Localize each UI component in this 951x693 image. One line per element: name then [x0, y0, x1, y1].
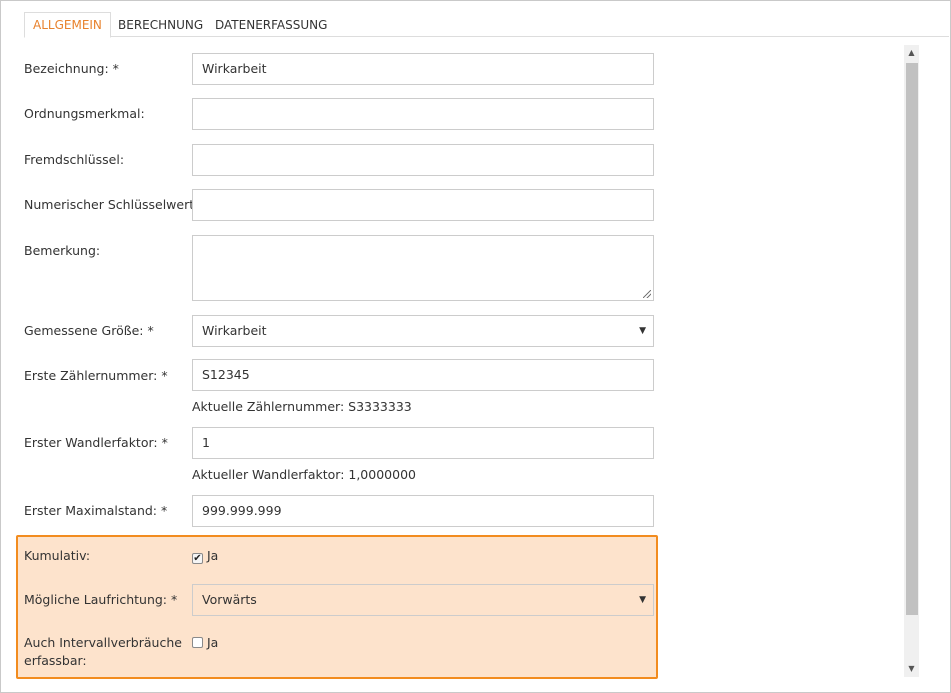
resize-grip-icon[interactable]	[643, 290, 651, 298]
tab-bar: ALLGEMEIN BERECHNUNG DATENERFASSUNG	[24, 12, 949, 38]
scroll-down-icon[interactable]: ▼	[904, 661, 919, 677]
kumulativ-label: Kumulativ:	[24, 548, 91, 563]
erster-wandlerfaktor-label: Erster Wandlerfaktor: *	[24, 435, 168, 450]
erster-maximalstand-input[interactable]: 999.999.999	[192, 495, 654, 527]
bemerkung-label: Bemerkung:	[24, 243, 101, 258]
intervallverbraeuche-option-label: Ja	[207, 635, 219, 650]
intervallverbraeuche-label-line1: Auch Intervallverbräuche	[24, 635, 182, 650]
tab-berechnung[interactable]: BERECHNUNG	[110, 12, 211, 38]
tab-datenerfassung[interactable]: DATENERFASSUNG	[207, 12, 335, 38]
intervallverbraeuche-checkbox-group[interactable]: Ja	[192, 634, 218, 652]
gemessene-groesse-label: Gemessene Größe: *	[24, 323, 154, 338]
erster-maximalstand-label: Erster Maximalstand: *	[24, 503, 168, 518]
check-icon: ✔	[193, 553, 202, 564]
chevron-down-icon: ▼	[639, 326, 646, 336]
vertical-scrollbar[interactable]: ▲ ▼	[904, 45, 919, 677]
fremdschluessel-input[interactable]	[192, 144, 654, 176]
moegliche-laufrichtung-select[interactable]: Vorwärts ▼	[192, 584, 654, 616]
fremdschluessel-label: Fremdschlüssel:	[24, 152, 125, 167]
numerischer-schluesselwert-input[interactable]	[192, 189, 654, 221]
aktueller-wandlerfaktor-hint: Aktueller Wandlerfaktor: 1,0000000	[192, 467, 416, 482]
tab-allgemein[interactable]: ALLGEMEIN	[24, 12, 111, 38]
aktuelle-zaehlernummer-hint: Aktuelle Zählernummer: S3333333	[192, 399, 412, 414]
intervallverbraeuche-label-line2: erfassbar:	[24, 653, 87, 668]
erste-zaehlernummer-label: Erste Zählernummer: *	[24, 368, 168, 383]
kumulativ-checkbox[interactable]: ✔	[192, 553, 203, 564]
moegliche-laufrichtung-value: Vorwärts	[202, 592, 257, 607]
kumulativ-checkbox-group[interactable]: ✔ Ja	[192, 547, 218, 565]
erste-zaehlernummer-input[interactable]: S12345	[192, 359, 654, 391]
ordnungsmerkmal-input[interactable]	[192, 98, 654, 130]
kumulativ-option-label: Ja	[207, 548, 219, 563]
scroll-up-icon[interactable]: ▲	[904, 45, 919, 61]
ordnungsmerkmal-label: Ordnungsmerkmal:	[24, 106, 145, 121]
chevron-down-icon: ▼	[639, 595, 646, 605]
moegliche-laufrichtung-label: Mögliche Laufrichtung: *	[24, 592, 178, 607]
bezeichnung-label: Bezeichnung: *	[24, 61, 119, 76]
intervallverbraeuche-label: Auch Intervallverbräuche erfassbar:	[24, 634, 182, 670]
erster-wandlerfaktor-input[interactable]: 1	[192, 427, 654, 459]
bezeichnung-input[interactable]: Wirkarbeit	[192, 53, 654, 85]
scroll-thumb[interactable]	[906, 63, 918, 615]
gemessene-groesse-value: Wirkarbeit	[202, 323, 267, 338]
gemessene-groesse-select[interactable]: Wirkarbeit ▼	[192, 315, 654, 347]
bemerkung-textarea[interactable]	[192, 235, 654, 301]
intervallverbraeuche-checkbox[interactable]	[192, 637, 203, 648]
numerischer-schluesselwert-label: Numerischer Schlüsselwert:	[24, 197, 199, 212]
